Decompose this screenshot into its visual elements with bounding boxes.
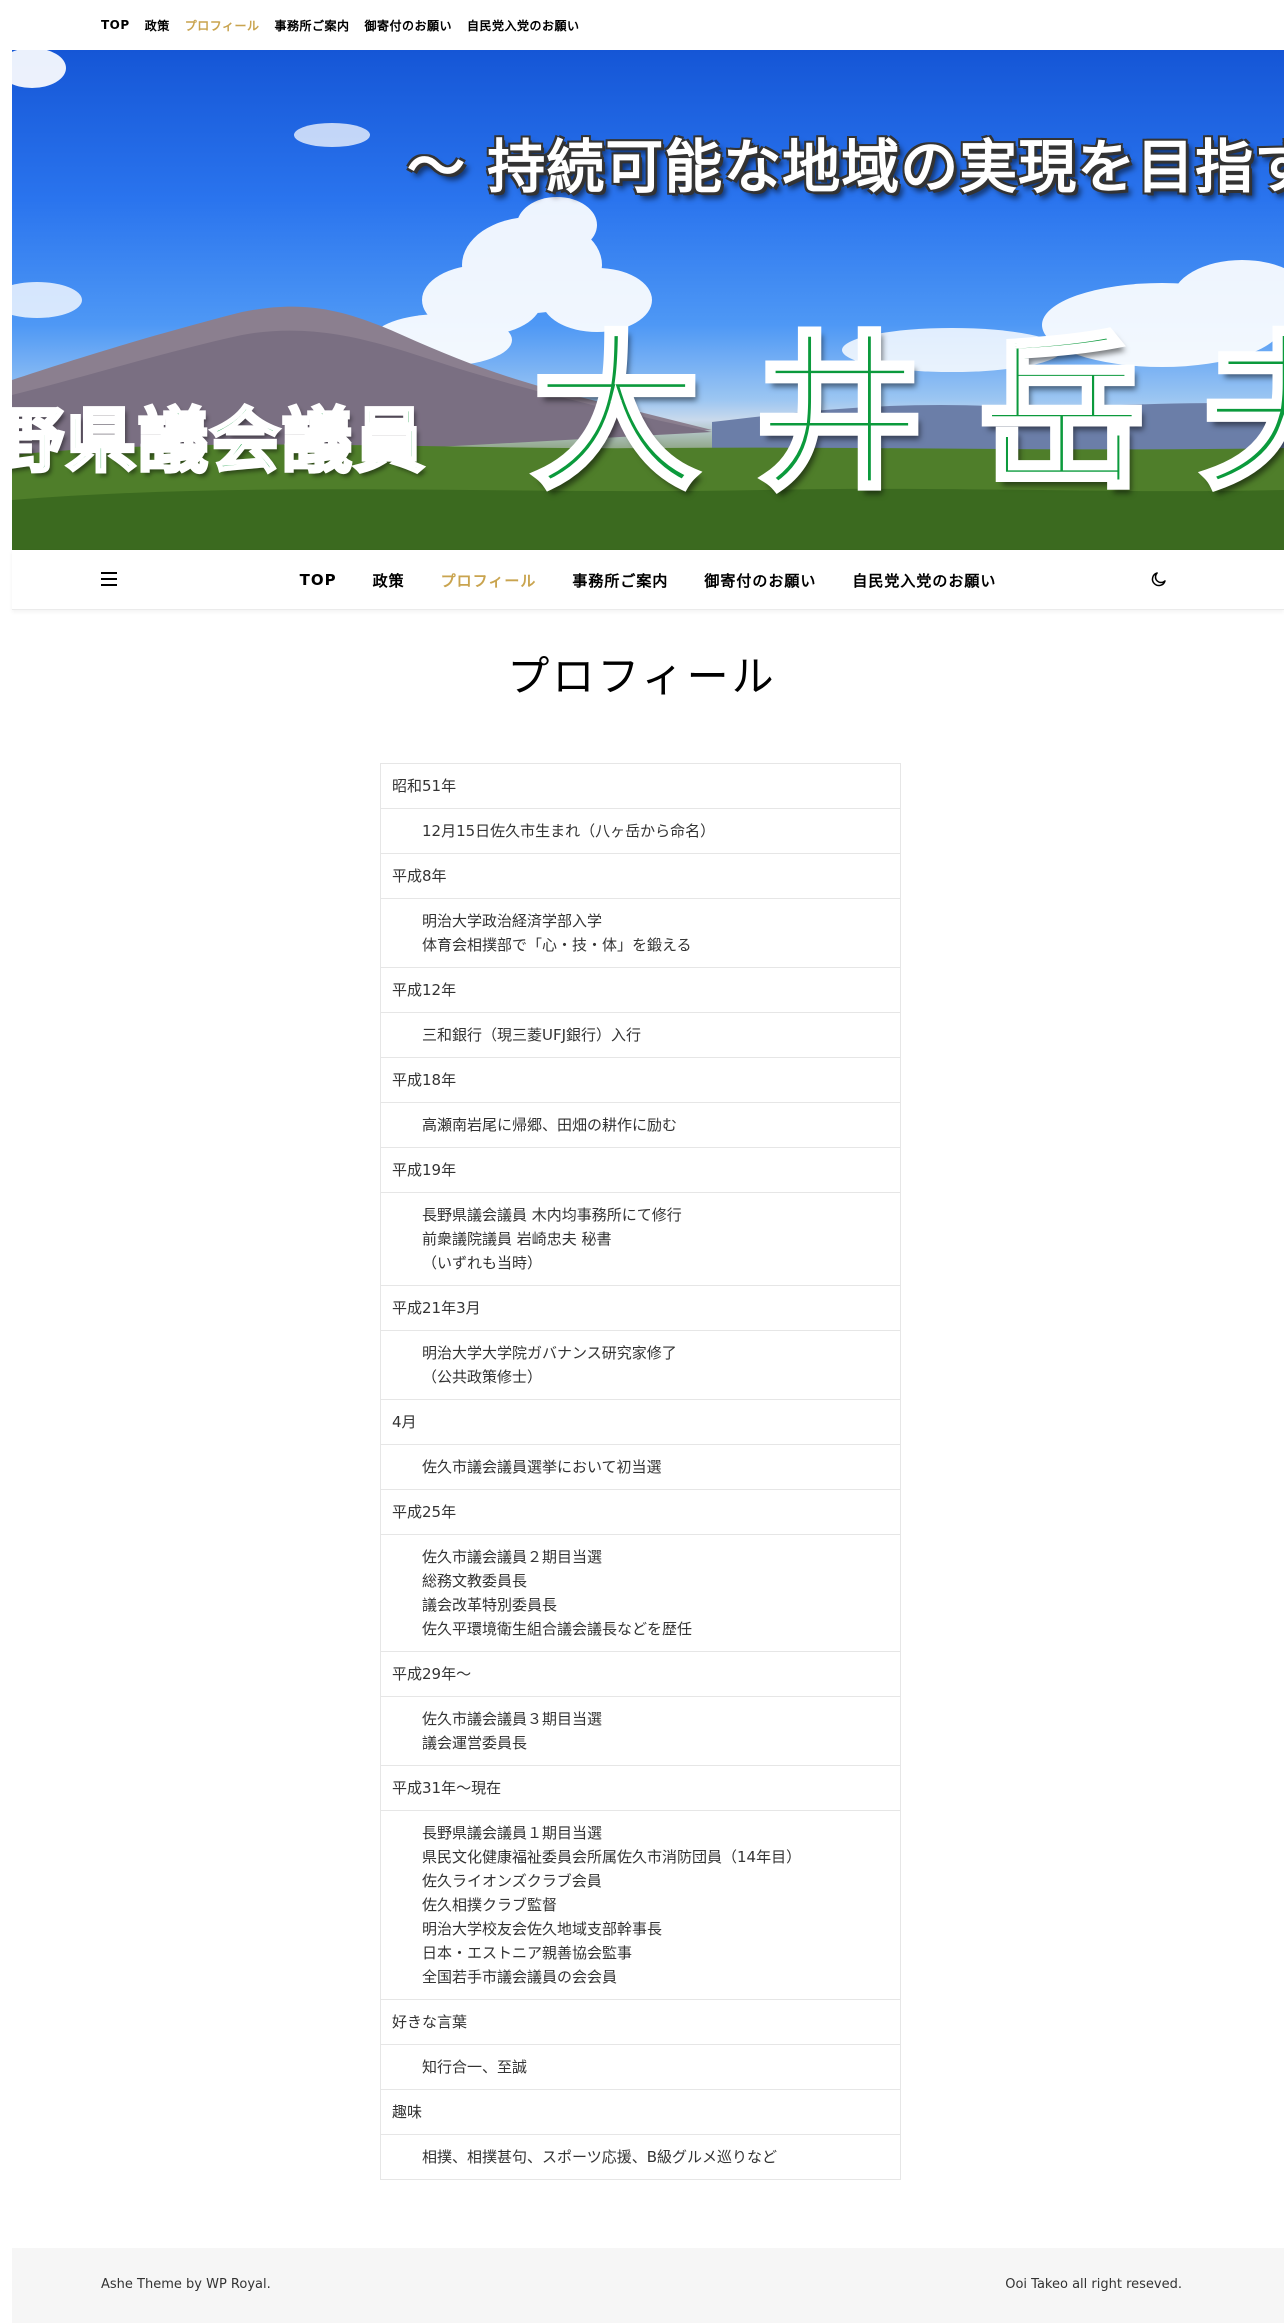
profile-detail-row: 佐久市議会議員２期目当選 総務文教委員長議会改革特別委員長佐久平環境衛生組合議会議… — [380, 1534, 901, 1652]
banner-tagline: ～ 持続可能な地域の実現を目指す — [407, 133, 1284, 201]
profile-year-label: 平成19年 — [380, 1147, 901, 1193]
profile-detail-line: 三和銀行（現三菱UFJ銀行）入行 — [422, 1026, 642, 1044]
profile-table: 昭和51年 12月15日佐久市生まれ（八ヶ岳から命名） 平成8年 明治大学政治経済学部… — [380, 763, 901, 2180]
profile-detail-line: 佐久平環境衛生組合議会議長などを歴任 — [422, 1620, 693, 1638]
profile-year-row: 平成19年 — [380, 1147, 901, 1193]
profile-detail-row: 佐久市議会議員選挙において初当選 — [380, 1444, 901, 1490]
profile-year-label: 平成29年～ — [380, 1651, 901, 1697]
profile-detail-line: （公共政策修士） — [422, 1368, 543, 1386]
profile-year-label: 平成31年～現在 — [380, 1765, 901, 1811]
profile-year-row: 昭和51年 — [380, 763, 901, 809]
profile-detail-row: 相撲、相撲甚句、スポーツ応援、B級グルメ巡りなど — [380, 2134, 901, 2180]
profile-detail-cell: 明治大学大学院ガバナンス研究家修了 （公共政策修士） — [380, 1330, 901, 1400]
profile-detail-line: 議会改革特別委員長 — [422, 1596, 558, 1614]
profile-year-row: 4月 — [380, 1399, 901, 1445]
profile-detail-line: 佐久相撲クラブ監督 — [422, 1896, 558, 1914]
main-nav-item-profile[interactable]: プロフィール — [441, 570, 537, 591]
profile-detail-line: 日本・エストニア親善協会監事 — [422, 1944, 633, 1962]
profile-detail-line: 佐久ライオンズクラブ会員 — [422, 1872, 602, 1890]
profile-year-label: 平成21年3月 — [380, 1285, 901, 1331]
top-nav-item-office[interactable]: 事務所ご案内 — [274, 17, 349, 34]
profile-year-row: 平成31年～現在 — [380, 1765, 901, 1811]
main-nav: TOP 政策 プロフィール 事務所ご案内 御寄付のお願い 自民党入党のお願い — [12, 550, 1284, 610]
profile-year-row: 平成12年 — [380, 967, 901, 1013]
profile-year-label: 平成8年 — [380, 853, 901, 899]
top-nav-item-donation[interactable]: 御寄付のお願い — [364, 17, 452, 34]
header-banner: ～ 持続可能な地域の実現を目指す 野県議会議員 大井岳夫 — [12, 50, 1284, 550]
page-title: プロフィール — [507, 652, 777, 701]
profile-detail-cell: 高瀬南岩尾に帰郷、田畑の耕作に励む — [380, 1102, 901, 1148]
profile-detail-row: 長野県議会議員 木内均事務所にて修行 前衆議院議員 岩崎忠夫 秘書 （いずれも当時） — [380, 1192, 901, 1286]
profile-year-row: 好きな言葉 — [380, 1999, 901, 2045]
profile-detail-line: （いずれも当時） — [422, 1254, 543, 1272]
top-nav-item-policy[interactable]: 政策 — [145, 17, 170, 34]
profile-detail-row: 知行合一、至誠 — [380, 2044, 901, 2090]
footer: Ashe Theme by WP Royal. Ooi Takeo all ri… — [12, 2248, 1284, 2323]
profile-detail-cell: 知行合一、至誠 — [380, 2044, 901, 2090]
profile-detail-line: 知行合一、至誠 — [422, 2058, 528, 2076]
profile-year-label: 平成12年 — [380, 967, 901, 1013]
banner-name: 大井岳夫 — [530, 316, 1284, 512]
profile-year-row: 平成8年 — [380, 853, 901, 899]
profile-detail-cell: 12月15日佐久市生まれ（八ヶ岳から命名） — [380, 808, 901, 854]
profile-year-row: 平成25年 — [380, 1489, 901, 1535]
top-nav: TOP 政策 プロフィール 事務所ご案内 御寄付のお願い 自民党入党のお願い — [0, 0, 1284, 50]
profile-detail-line: 体育会相撲部で「心・技・体」を鍛える — [422, 936, 692, 954]
profile-detail-cell: 長野県議会議員 木内均事務所にて修行 前衆議院議員 岩崎忠夫 秘書 （いずれも当時） — [380, 1192, 901, 1286]
profile-year-label: 趣味 — [380, 2089, 901, 2135]
profile-detail-row: 明治大学政治経済学部入学体育会相撲部で「心・技・体」を鍛える — [380, 898, 901, 968]
footer-theme-credit: Ashe Theme by WP Royal. — [101, 2277, 271, 2292]
profile-detail-line: 議会運営委員長 — [422, 1734, 528, 1752]
profile-detail-row: 長野県議会議員１期目当選県民文化健康福祉委員会所属佐久市消防団員（14年目） 佐久… — [380, 1810, 901, 2000]
profile-year-row: 趣味 — [380, 2089, 901, 2135]
profile-detail-line: 佐久市議会議員２期目当選 — [422, 1548, 603, 1566]
profile-detail-line: 高瀬南岩尾に帰郷、田畑の耕作に励む — [422, 1116, 678, 1134]
main-nav-item-donation[interactable]: 御寄付のお願い — [704, 570, 816, 591]
profile-year-label: 好きな言葉 — [380, 1999, 901, 2045]
profile-year-row: 平成18年 — [380, 1057, 901, 1103]
profile-year-label: 平成18年 — [380, 1057, 901, 1103]
top-nav-item-join-party[interactable]: 自民党入党のお願い — [467, 17, 580, 34]
profile-detail-cell: 佐久市議会議員選挙において初当選 — [380, 1444, 901, 1490]
profile-detail-row: 三和銀行（現三菱UFJ銀行）入行 — [380, 1012, 901, 1058]
profile-detail-line: 明治大学政治経済学部入学 — [422, 912, 603, 930]
profile-detail-line: 相撲、相撲甚句、スポーツ応援、B級グルメ巡りなど — [422, 2148, 777, 2166]
profile-detail-line: 長野県議会議員 木内均事務所にて修行 — [422, 1206, 682, 1224]
footer-copyright: Ooi Takeo all right reseved. — [1005, 2277, 1182, 2292]
main-nav-item-policy[interactable]: 政策 — [373, 570, 405, 591]
top-nav-item-top[interactable]: TOP — [101, 18, 130, 32]
profile-detail-line: 12月15日佐久市生まれ（八ヶ岳から命名） — [422, 822, 716, 840]
profile-detail-line: 佐久市議会議員３期目当選 — [422, 1710, 603, 1728]
profile-year-label: 4月 — [380, 1399, 901, 1445]
profile-year-row: 平成21年3月 — [380, 1285, 901, 1331]
profile-detail-cell: 佐久市議会議員２期目当選 総務文教委員長議会改革特別委員長佐久平環境衛生組合議会議… — [380, 1534, 901, 1652]
profile-detail-cell: 相撲、相撲甚句、スポーツ応援、B級グルメ巡りなど — [380, 2134, 901, 2180]
profile-detail-cell: 三和銀行（現三菱UFJ銀行）入行 — [380, 1012, 901, 1058]
banner-role: 野県議会議員 — [12, 399, 426, 484]
profile-detail-line: 長野県議会議員１期目当選 — [422, 1824, 603, 1842]
profile-detail-line: 県民文化健康福祉委員会所属佐久市消防団員（14年目） — [422, 1848, 802, 1866]
main-nav-item-top[interactable]: TOP — [300, 571, 337, 589]
profile-detail-row: 12月15日佐久市生まれ（八ヶ岳から命名） — [380, 808, 901, 854]
profile-year-row: 平成29年～ — [380, 1651, 901, 1697]
profile-detail-cell: 長野県議会議員１期目当選県民文化健康福祉委員会所属佐久市消防団員（14年目） 佐久… — [380, 1810, 901, 2000]
profile-detail-cell: 明治大学政治経済学部入学体育会相撲部で「心・技・体」を鍛える — [380, 898, 901, 968]
main-nav-item-join-party[interactable]: 自民党入党のお願い — [852, 570, 996, 591]
main-nav-links: TOP 政策 プロフィール 事務所ご案内 御寄付のお願い 自民党入党のお願い — [12, 550, 1284, 610]
profile-detail-cell: 佐久市議会議員３期目当選 議会運営委員長 — [380, 1696, 901, 1766]
profile-detail-line: 明治大学校友会佐久地域支部幹事長 — [422, 1920, 663, 1938]
main-nav-item-office[interactable]: 事務所ご案内 — [572, 570, 668, 591]
moon-icon[interactable] — [1150, 570, 1168, 588]
top-nav-item-profile[interactable]: プロフィール — [185, 17, 260, 34]
profile-detail-line: 総務文教委員長 — [422, 1572, 528, 1590]
profile-detail-row: 明治大学大学院ガバナンス研究家修了 （公共政策修士） — [380, 1330, 901, 1400]
profile-year-label: 昭和51年 — [380, 763, 901, 809]
profile-detail-row: 高瀬南岩尾に帰郷、田畑の耕作に励む — [380, 1102, 901, 1148]
profile-detail-line: 全国若手市議会議員の会会員 — [422, 1968, 618, 1986]
profile-detail-line: 佐久市議会議員選挙において初当選 — [422, 1458, 662, 1476]
profile-detail-line: 前衆議院議員 岩崎忠夫 秘書 — [422, 1230, 612, 1248]
profile-year-label: 平成25年 — [380, 1489, 901, 1535]
profile-detail-row: 佐久市議会議員３期目当選 議会運営委員長 — [380, 1696, 901, 1766]
profile-detail-line: 明治大学大学院ガバナンス研究家修了 — [422, 1344, 677, 1362]
